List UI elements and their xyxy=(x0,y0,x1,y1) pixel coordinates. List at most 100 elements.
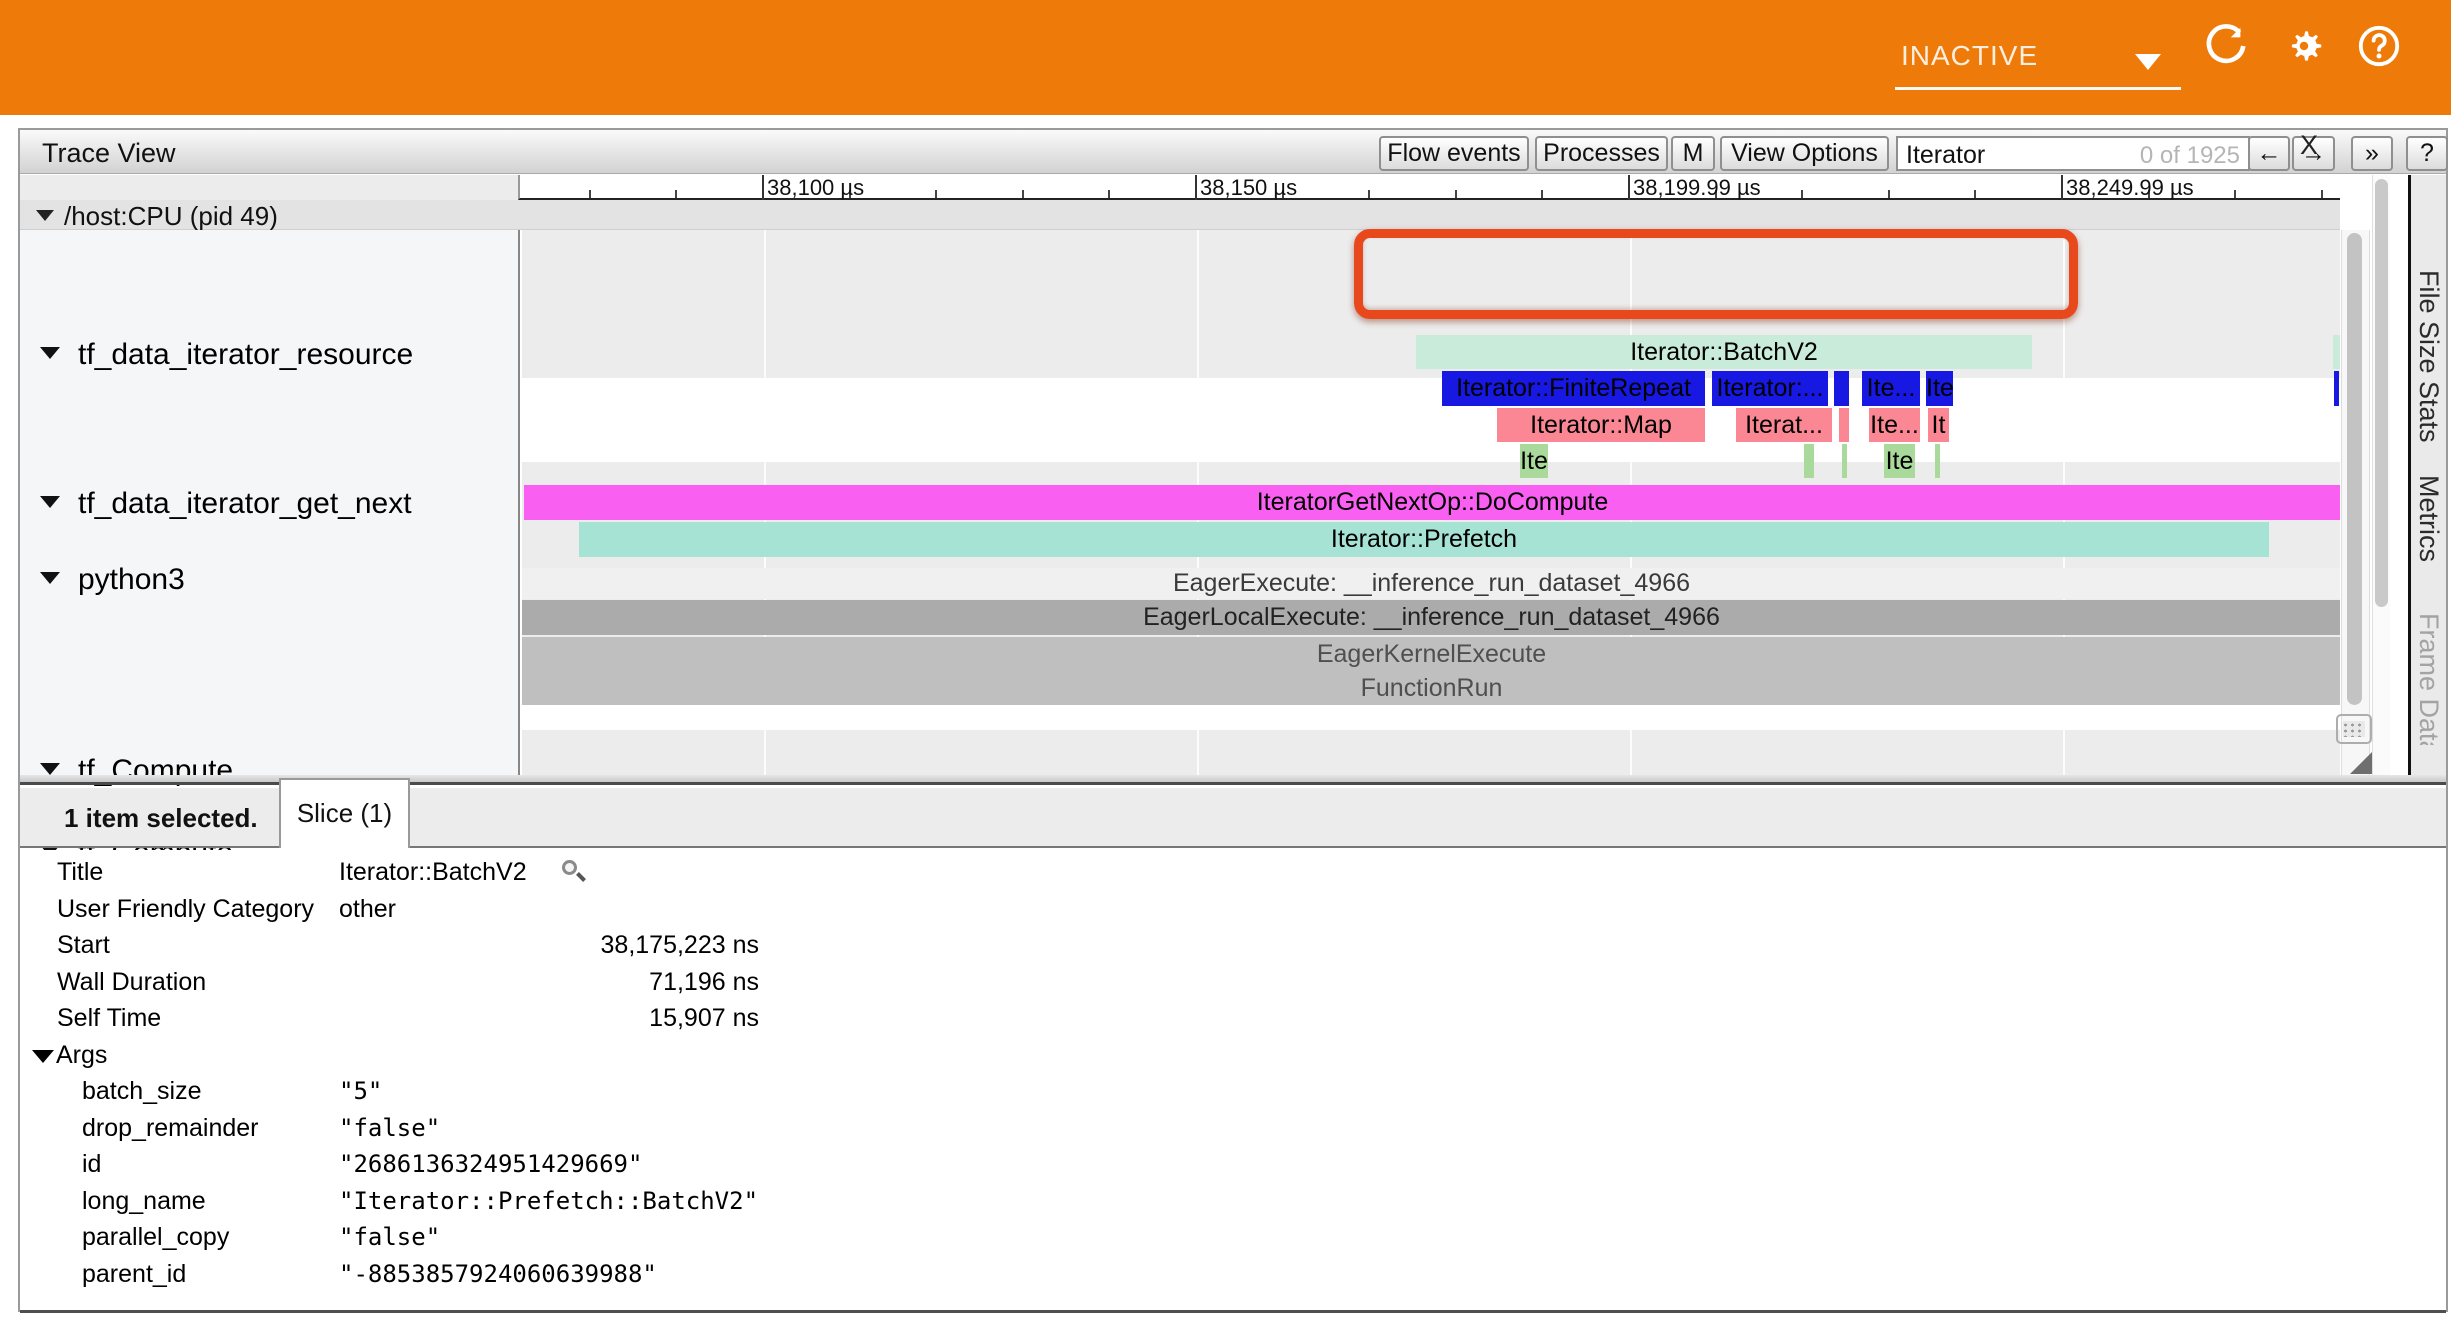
time-ruler[interactable]: 38,100 µs38,150 µs38,199.99 µs38,249.99 … xyxy=(518,175,2340,200)
slice-eagerexecute-inference-run-dataset-4966[interactable]: EagerExecute: __inference_run_dataset_49… xyxy=(522,568,2340,599)
magnifier-lens xyxy=(562,860,577,875)
button-flow-events[interactable]: Flow events xyxy=(1379,136,1529,171)
slice-ite-[interactable]: Ite... xyxy=(1869,408,1920,442)
minor-tick xyxy=(1974,190,1976,198)
detail-value-numeric: 71,196 ns xyxy=(339,968,759,997)
arg-key: parent_id xyxy=(82,1260,186,1289)
args-section-header[interactable]: Args xyxy=(32,1041,432,1070)
find-previous-button[interactable]: ← xyxy=(2248,136,2290,171)
ruler-left-gutter xyxy=(20,175,518,200)
collapse-arrow-icon[interactable] xyxy=(40,496,60,508)
slice-iterator-map[interactable]: Iterator::Map xyxy=(1497,408,1705,442)
page-scrollbar[interactable] xyxy=(2372,175,2390,775)
track-band xyxy=(522,730,2340,775)
detail-label: Start xyxy=(57,931,110,960)
button-view-options[interactable]: View Options xyxy=(1720,136,1889,171)
button-m[interactable]: M xyxy=(1671,136,1715,171)
slice-iteratorgetnextop-docompute[interactable]: IteratorGetNextOp::DoCompute xyxy=(524,485,2340,520)
slice-unlabeled[interactable] xyxy=(1804,444,1814,478)
slice-eagerlocalexecute-inference-run-dataset-4966[interactable]: EagerLocalExecute: __inference_run_datas… xyxy=(522,600,2340,635)
process-header[interactable]: /host:CPU (pid 49) xyxy=(20,200,2340,230)
search-input[interactable]: Iterator xyxy=(1906,141,1985,170)
slice-unlabeled[interactable] xyxy=(2333,335,2340,369)
slice-iterator-finiterepeat[interactable]: Iterator::FiniteRepeat xyxy=(1442,371,1705,406)
slice-eagerkernelexecute[interactable]: EagerKernelExecute xyxy=(522,637,2340,671)
timeline-vertical-scrollbar[interactable] xyxy=(2341,230,2370,775)
magnifier-handle xyxy=(576,872,586,882)
slice-iterat-[interactable]: Iterat... xyxy=(1736,408,1832,442)
app-header-bar: INACTIVE xyxy=(0,0,2451,115)
arg-row-batch_size: batch_size"5" xyxy=(20,1077,820,1109)
minor-tick xyxy=(1022,190,1024,198)
page-scrollbar-thumb[interactable] xyxy=(2375,179,2388,607)
collapse-arrow-icon[interactable] xyxy=(40,763,60,775)
button-processes[interactable]: Processes xyxy=(1535,136,1668,171)
minor-tick xyxy=(589,190,591,198)
collapse-arrow-icon[interactable] xyxy=(40,347,60,359)
slice-unlabeled[interactable] xyxy=(2334,371,2339,406)
resize-grippy-handle[interactable] xyxy=(2336,714,2372,744)
track-label-text: python3 xyxy=(78,563,185,596)
chevron-down-icon xyxy=(2135,54,2161,70)
slice-unlabeled[interactable] xyxy=(1834,371,1849,406)
major-tick: 38,100 µs xyxy=(762,175,764,200)
track-label-tf_data_iterator_resource[interactable]: tf_data_iterator_resource xyxy=(78,338,413,372)
detail-label: Title xyxy=(57,858,103,887)
minor-tick xyxy=(1801,190,1803,198)
minor-tick xyxy=(935,190,937,198)
detail-value-numeric: 15,907 ns xyxy=(339,1004,759,1033)
sidebar-tab-metrics[interactable]: Metrics xyxy=(2413,475,2444,595)
details-header-bar: 1 item selected. Slice (1) xyxy=(20,788,2446,848)
track-label-tf_data_iterator_get_next[interactable]: tf_data_iterator_get_next xyxy=(78,487,412,521)
refresh-icon[interactable] xyxy=(2203,23,2249,69)
arg-value: "-8853857924060639988" xyxy=(339,1260,657,1288)
slice-unlabeled[interactable] xyxy=(1842,444,1847,478)
select-underline xyxy=(1895,87,2181,90)
minor-tick xyxy=(1108,190,1110,198)
slice-ite[interactable]: Ite xyxy=(1926,371,1953,406)
gear-icon[interactable] xyxy=(2281,23,2327,69)
arg-key: long_name xyxy=(82,1187,206,1216)
arg-key: parallel_copy xyxy=(82,1223,229,1252)
arg-row-drop_remainder: drop_remainder "false" xyxy=(20,1114,820,1146)
slice-unlabeled[interactable] xyxy=(1839,408,1849,442)
args-expand-icon[interactable] xyxy=(32,1050,54,1063)
slice-iterator-[interactable]: Iterator:... xyxy=(1712,371,1828,406)
tick-label: 38,100 µs xyxy=(767,175,864,201)
detail-value: Iterator::BatchV2 xyxy=(339,858,527,887)
magnifier-icon[interactable] xyxy=(560,860,586,886)
process-name: /host:CPU (pid 49) xyxy=(64,201,278,232)
slice-iterator-prefetch[interactable]: Iterator::Prefetch xyxy=(579,522,2269,557)
slice-ite[interactable]: Ite xyxy=(1520,444,1548,478)
tab-slice[interactable]: Slice (1) xyxy=(279,778,410,848)
tick-label: 38,249.99 µs xyxy=(2066,175,2194,201)
track-label-python3[interactable]: python3 xyxy=(78,563,185,597)
search-box[interactable]: Iterator 0 of 1925 xyxy=(1896,136,2250,171)
trace-view-panel: Trace View Flow eventsProcessesMView Opt… xyxy=(18,128,2448,1312)
timeline-canvas[interactable]: Iterator::BatchV2Iterator::FiniteRepeatI… xyxy=(522,230,2340,775)
help-button[interactable]: ? xyxy=(2406,136,2448,171)
sidebar-tab-file-size-stats[interactable]: File Size Stats xyxy=(2413,270,2444,450)
zoom-to-selection-button[interactable]: » xyxy=(2351,136,2393,171)
right-tab-strip: File Size StatsMetricsFrame DataIn xyxy=(2411,175,2446,775)
slice-it[interactable]: It xyxy=(1928,408,1949,442)
slice-details-panel: Title Iterator::BatchV2User Friendly Cate… xyxy=(20,850,2446,1294)
collapse-arrow-icon[interactable] xyxy=(40,572,60,584)
arg-key: id xyxy=(82,1150,101,1179)
slice-ite-[interactable]: Ite... xyxy=(1862,371,1920,406)
close-process-button[interactable]: X xyxy=(2300,130,2318,161)
slice-functionrun[interactable]: FunctionRun xyxy=(522,671,2340,705)
arg-key: drop_remainder xyxy=(82,1114,259,1143)
arg-value: "false" xyxy=(339,1114,440,1142)
help-icon[interactable] xyxy=(2356,23,2402,69)
detail-row-user-friendly-category: User Friendly Categoryother xyxy=(20,895,820,927)
slice-iterator-batchv2[interactable]: Iterator::BatchV2 xyxy=(1416,335,2032,369)
capture-status-select[interactable]: INACTIVE xyxy=(1895,30,2181,90)
slice-ite[interactable]: Ite xyxy=(1884,444,1915,478)
arg-row-parallel_copy: parallel_copy"false" xyxy=(20,1223,820,1255)
slice-unlabeled[interactable] xyxy=(1935,444,1940,478)
scrollbar-thumb[interactable] xyxy=(2347,233,2362,705)
arg-row-parent_id: parent_id "-8853857924060639988" xyxy=(20,1260,820,1292)
detail-value: other xyxy=(339,895,396,924)
collapse-arrow-icon[interactable] xyxy=(36,210,54,221)
